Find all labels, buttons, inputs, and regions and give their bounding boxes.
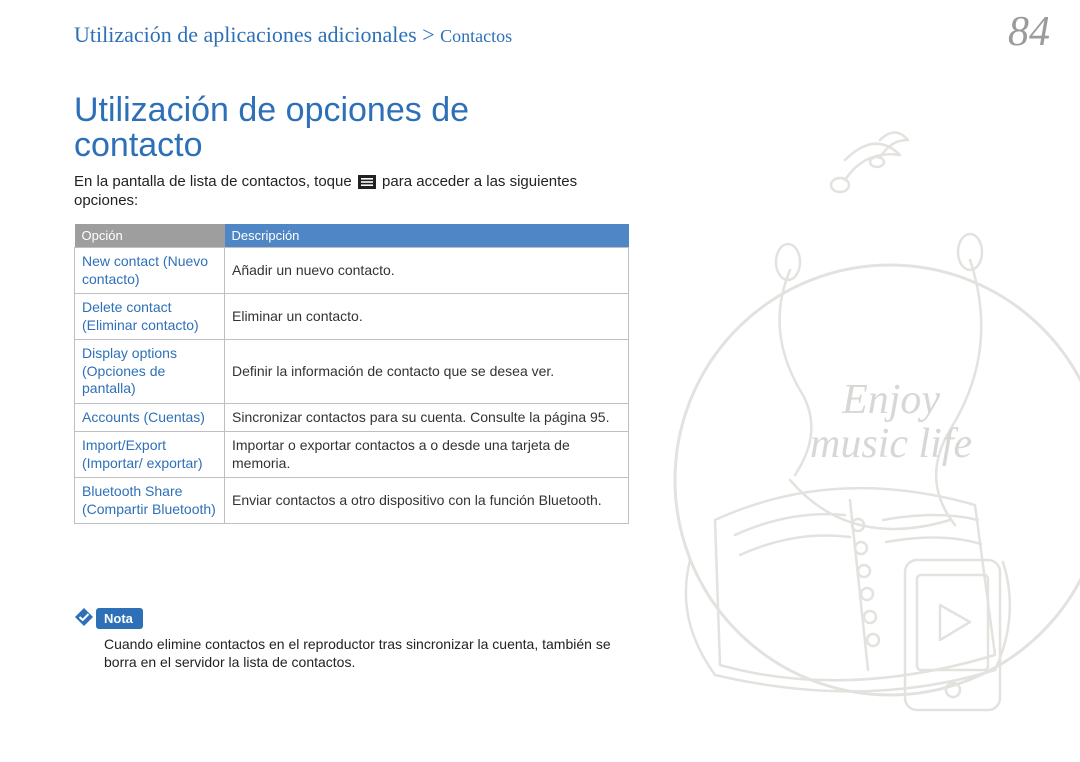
option-cell: Display options (Opciones de pantalla) (75, 340, 225, 404)
desc-cell: Importar o exportar contactos a o desde … (225, 432, 629, 478)
option-cell: Bluetooth Share (Compartir Bluetooth) (75, 478, 225, 524)
col-header-desc: Descripción (225, 224, 629, 248)
note-text: Cuando elimine contactos en el reproduct… (104, 635, 639, 671)
music-note-icon (831, 133, 908, 193)
desc-cell: Sincronizar contactos para su cuenta. Co… (225, 403, 629, 432)
desc-cell: Definir la información de contacto que s… (225, 340, 629, 404)
decorative-illustration: Enjoymusic life (620, 0, 1080, 762)
check-diamond-icon (74, 607, 94, 627)
option-cell: Import/Export (Importar/ exportar) (75, 432, 225, 478)
desc-cell: Eliminar un contacto. (225, 294, 629, 340)
intro-before: En la pantalla de lista de contactos, to… (74, 173, 356, 190)
notebook-icon (686, 488, 1010, 691)
illustration-caption: Enjoymusic life (810, 378, 972, 466)
note-callout: Nota Cuando elimine contactos en el repr… (74, 608, 639, 671)
table-row: Import/Export (Importar/ exportar)Import… (75, 432, 629, 478)
options-table: Opción Descripción New contact (Nuevo co… (74, 224, 629, 524)
intro-paragraph: En la pantalla de lista de contactos, to… (74, 173, 614, 211)
breadcrumb: Utilización de aplicaciones adicionales … (74, 22, 512, 48)
page-title: Utilización de opciones decontacto (74, 93, 469, 164)
option-cell: New contact (Nuevo contacto) (75, 248, 225, 294)
option-cell: Accounts (Cuentas) (75, 403, 225, 432)
table-row: Delete contact (Eliminar contacto)Elimin… (75, 294, 629, 340)
note-label-text: Nota (104, 611, 133, 626)
menu-icon (358, 175, 376, 189)
note-label: Nota (96, 608, 143, 629)
table-header-row: Opción Descripción (75, 224, 629, 248)
option-cell: Delete contact (Eliminar contacto) (75, 294, 225, 340)
breadcrumb-section: Utilización de aplicaciones adicionales (74, 22, 417, 47)
manual-page: Utilización de aplicaciones adicionales … (0, 0, 1080, 762)
table-row: Accounts (Cuentas)Sincronizar contactos … (75, 403, 629, 432)
table-row: New contact (Nuevo contacto)Añadir un nu… (75, 248, 629, 294)
desc-cell: Enviar contactos a otro dispositivo con … (225, 478, 629, 524)
breadcrumb-page: Contactos (440, 26, 512, 46)
breadcrumb-sep: > (417, 22, 440, 47)
col-header-option: Opción (75, 224, 225, 248)
table-row: Display options (Opciones de pantalla)De… (75, 340, 629, 404)
table-row: Bluetooth Share (Compartir Bluetooth)Env… (75, 478, 629, 524)
desc-cell: Añadir un nuevo contacto. (225, 248, 629, 294)
